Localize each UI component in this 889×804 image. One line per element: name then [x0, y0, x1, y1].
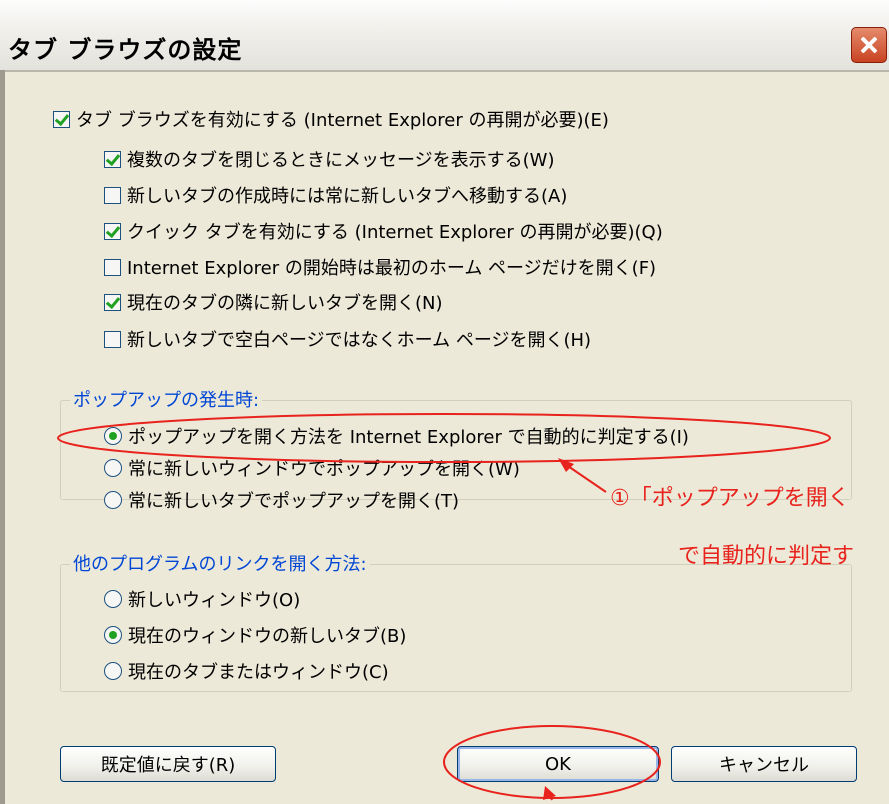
highlight-ellipse-popup-option — [57, 413, 831, 463]
annotation-text-line1: ①「ポップアップを開く — [610, 486, 850, 511]
highlight-ellipse-ok-button — [443, 725, 661, 799]
tab-browsing-settings-dialog: タブ ブラウズの設定 タブ ブラウズを有効にする (Internet Explo… — [0, 0, 889, 804]
annotation-text-line2: で自動的に判定す — [678, 544, 855, 569]
annotation-overlay — [57, 413, 831, 801]
